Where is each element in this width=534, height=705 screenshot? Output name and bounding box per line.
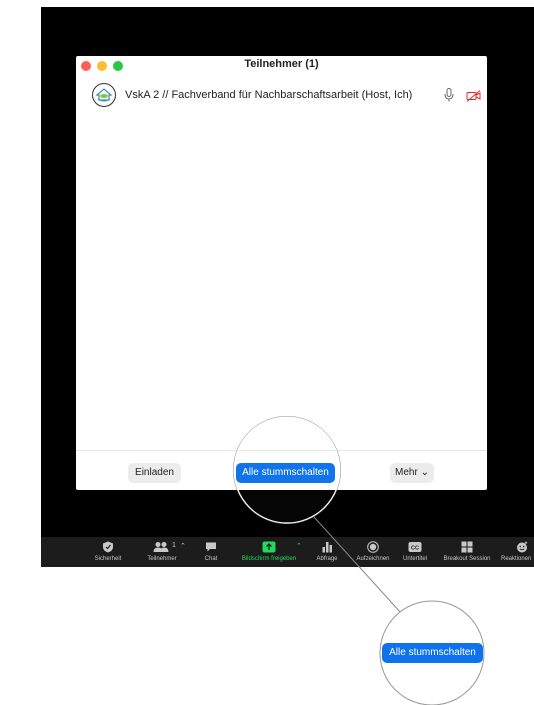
- toolbar-reactions[interactable]: Reaktionen: [500, 541, 534, 562]
- toolbar-record[interactable]: Aufzeichnen: [350, 541, 396, 562]
- toolbar-security[interactable]: Sicherheit: [86, 541, 130, 562]
- toolbar-breakout[interactable]: Breakout Session: [437, 541, 497, 562]
- panel-title: Teilnehmer (1): [244, 58, 319, 70]
- mute-all-button[interactable]: Alle stummschalten: [236, 463, 335, 483]
- shield-icon: [103, 541, 113, 553]
- breakout-icon: [461, 541, 473, 553]
- toolbar-poll-label: Abfrage: [316, 556, 338, 562]
- participants-panel: [76, 56, 487, 490]
- more-button[interactable]: Mehr ⌄: [390, 463, 434, 483]
- toolbar-reactions-label: Reaktionen: [501, 556, 532, 562]
- share-screen-icon: [262, 541, 276, 553]
- cc-icon: CC: [408, 542, 422, 552]
- record-icon: [367, 541, 379, 553]
- svg-text:CC: CC: [411, 546, 419, 552]
- toolbar-breakout-label: Breakout Session: [443, 556, 491, 562]
- toolbar-share-label: Bildschirm freigeben: [241, 556, 297, 562]
- participants-count: 1: [172, 542, 176, 549]
- toolbar-poll[interactable]: Abfrage: [310, 541, 344, 562]
- toolbar-security-label: Sicherheit: [94, 556, 122, 562]
- toolbar-record-label: Aufzeichnen: [356, 556, 390, 562]
- toolbar-subtitles-label: Untertitel: [402, 556, 427, 562]
- video-off-icon[interactable]: [466, 89, 482, 102]
- more-label: Mehr: [395, 467, 418, 478]
- avatar: [92, 83, 116, 107]
- toolbar-participants-label: Teilnehmer: [147, 556, 177, 562]
- participant-name: VskA 2 // Fachverband für Nachbarschafts…: [125, 89, 413, 101]
- reaction-icon: [517, 541, 528, 553]
- invite-button[interactable]: Einladen: [128, 463, 181, 483]
- mute-all-button-zoomed: Alle stummschalten: [382, 643, 483, 663]
- toolbar-subtitles[interactable]: CC Untertitel: [398, 541, 432, 562]
- toolbar-chat-label: Chat: [204, 556, 218, 562]
- participants-icon: [153, 542, 169, 552]
- toolbar-chat[interactable]: Chat: [196, 541, 226, 562]
- chevron-down-icon: ⌄: [417, 467, 429, 478]
- microphone-icon[interactable]: [444, 88, 454, 102]
- toolbar-participants[interactable]: Teilnehmer: [140, 541, 184, 562]
- toolbar-share-screen[interactable]: Bildschirm freigeben: [233, 541, 305, 562]
- participants-caret-icon[interactable]: ⌃: [180, 542, 186, 550]
- footer-divider: [76, 450, 487, 451]
- poll-icon: [322, 542, 332, 553]
- chat-icon: [206, 542, 216, 552]
- participant-row[interactable]: VskA 2 // Fachverband für Nachbarschafts…: [92, 83, 484, 109]
- share-caret-icon[interactable]: ⌃: [296, 542, 302, 550]
